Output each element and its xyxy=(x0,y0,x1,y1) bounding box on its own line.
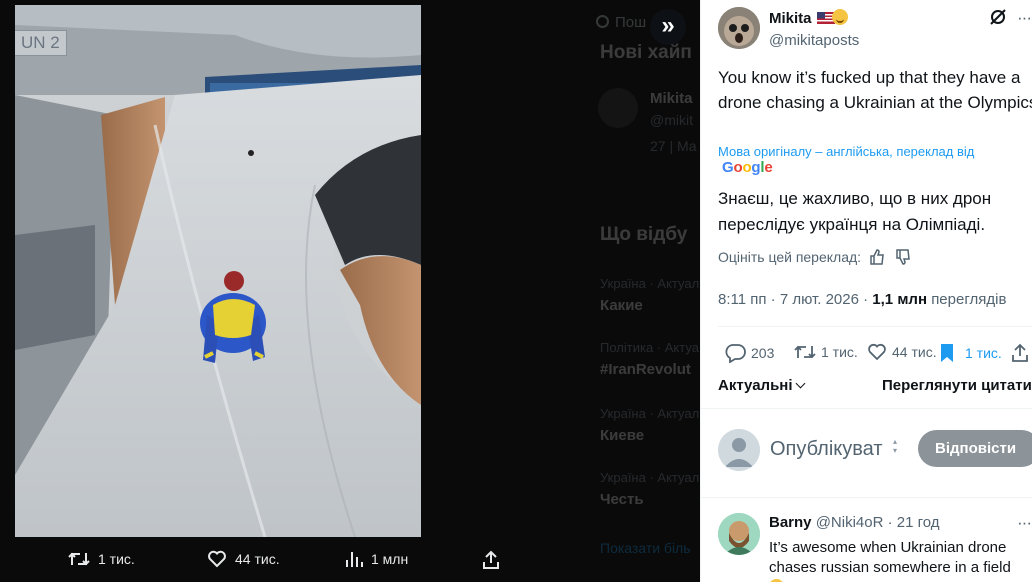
share-icon xyxy=(1012,343,1028,362)
reply-icon xyxy=(725,344,746,363)
trend-item: Україна · Актуал Какие xyxy=(600,276,700,314)
app: Пош Нові хайп Mikita @mikit 27 | Ма Що в… xyxy=(0,0,1032,582)
author-name[interactable]: Mikita xyxy=(769,9,848,27)
current-user-avatar xyxy=(718,429,760,471)
reply-count-button[interactable]: 203 xyxy=(724,343,774,363)
comment-more-icon[interactable]: ··· xyxy=(1017,513,1032,533)
tweet-time[interactable]: 8:11 пп xyxy=(718,291,767,308)
bookmark-count-button[interactable]: 1 тис. xyxy=(939,343,1002,363)
background-search: Пош xyxy=(596,14,646,31)
rate-translation: Оцініть цей переклад: xyxy=(718,249,911,265)
background-page: Пош Нові хайп Mikita @mikit 27 | Ма Що в… xyxy=(420,0,700,582)
grok-icon[interactable] xyxy=(989,8,1007,31)
comment-author-handle[interactable]: @Niki4oR xyxy=(816,514,884,531)
media-views-button[interactable]: 1 млн xyxy=(345,550,408,568)
grok-logo xyxy=(990,9,1006,25)
like-count-button[interactable]: 44 тис. xyxy=(867,343,937,361)
divider xyxy=(701,408,1032,409)
retweet-count-button[interactable]: 1 тис. xyxy=(794,343,858,361)
photo-caption-badge: UN 2 xyxy=(15,30,67,56)
trend-item: Україна · Актуал Киеве xyxy=(600,406,700,444)
retweet-icon xyxy=(794,345,816,359)
retweet-icon xyxy=(68,552,90,566)
tweet-stats: 203 1 тис. 44 тис. 1 тис. xyxy=(718,343,1032,365)
more-options-icon[interactable]: ··· xyxy=(1017,8,1032,28)
heart-icon xyxy=(868,343,886,361)
chevrons-right-icon: » xyxy=(661,12,675,39)
bookmark-filled-icon xyxy=(941,344,953,362)
background-heading: Нові хайп xyxy=(600,42,692,63)
author-handle[interactable]: @mikitaposts xyxy=(769,32,859,49)
reply-button[interactable]: Відповісти xyxy=(918,430,1032,467)
tweet-text: You know it’s fucked up that they have a… xyxy=(718,68,1032,112)
trend-item: Політика · Актуа #IranRevolut xyxy=(600,340,699,378)
view-count: 1,1 млн xyxy=(872,291,928,308)
view-quotes-link[interactable]: Переглянути цитати xyxy=(882,377,1032,394)
default-avatar-icon xyxy=(718,429,760,471)
collapse-panel-button[interactable]: » xyxy=(650,9,686,45)
heart-icon xyxy=(208,550,226,568)
translation-note[interactable]: Мова оригіналу – англійська, переклад ві… xyxy=(718,144,974,159)
trends-heading: Що відбу xyxy=(600,224,688,245)
tweet-date[interactable]: 7 лют. 2026 xyxy=(780,291,859,308)
media-share-button[interactable] xyxy=(482,550,500,570)
rate-label: Оцініть цей переклад: xyxy=(718,249,862,265)
background-user: Mikita @mikit 27 | Ма xyxy=(598,88,697,154)
thumbs-up-icon[interactable] xyxy=(869,249,885,265)
face-emoji-icon xyxy=(831,9,848,25)
share-button[interactable] xyxy=(1011,343,1029,363)
media-like-button[interactable]: 44 тис. xyxy=(207,550,280,568)
tweet-meta: 8:11 пп · 7 лют. 2026 · 1,1 млн перегляд… xyxy=(718,291,1007,308)
comment-author-name[interactable]: Barny xyxy=(769,514,812,531)
tweet-panel: Mikita @mikitaposts ··· You know it’s fu… xyxy=(700,0,1032,582)
comment-time[interactable]: 21 год xyxy=(897,514,940,531)
reply-input[interactable] xyxy=(770,434,904,464)
views-icon xyxy=(346,552,363,567)
search-icon xyxy=(596,15,609,28)
media-action-bar: 1 тис. 44 тис. 1 млн xyxy=(0,540,700,582)
comment-header: Barny @Niki4oR · 21 год xyxy=(769,514,940,531)
views-label: переглядів xyxy=(931,291,1007,308)
translated-text: Знаєш, це жахливо, що в них дрон переслі… xyxy=(718,189,992,234)
comment-avatar[interactable] xyxy=(718,513,760,555)
share-icon xyxy=(483,550,499,569)
divider xyxy=(718,326,1032,327)
tweet-photo[interactable]: UN 2 xyxy=(15,5,421,537)
avatar-image xyxy=(718,7,760,49)
chevron-down-icon xyxy=(795,378,805,389)
scroll-arrows-icon: ▴ ▾ xyxy=(893,437,898,455)
divider xyxy=(701,497,1032,498)
thumbs-down-icon[interactable] xyxy=(895,249,911,265)
avatar-image xyxy=(718,513,760,555)
replies-sort-dropdown[interactable]: Актуальні xyxy=(718,377,805,394)
luge-track-image xyxy=(15,5,421,537)
media-viewer: Пош Нові хайп Mikita @mikit 27 | Ма Що в… xyxy=(0,0,700,582)
google-logo: Google xyxy=(722,159,773,176)
trend-item: Україна · Актуал Честь xyxy=(600,470,700,508)
media-retweet-button[interactable]: 1 тис. xyxy=(68,550,135,568)
avatar xyxy=(598,88,638,128)
author-avatar[interactable] xyxy=(718,7,760,49)
comment-text: It’s awesome when Ukrainian drone chases… xyxy=(769,538,1031,582)
